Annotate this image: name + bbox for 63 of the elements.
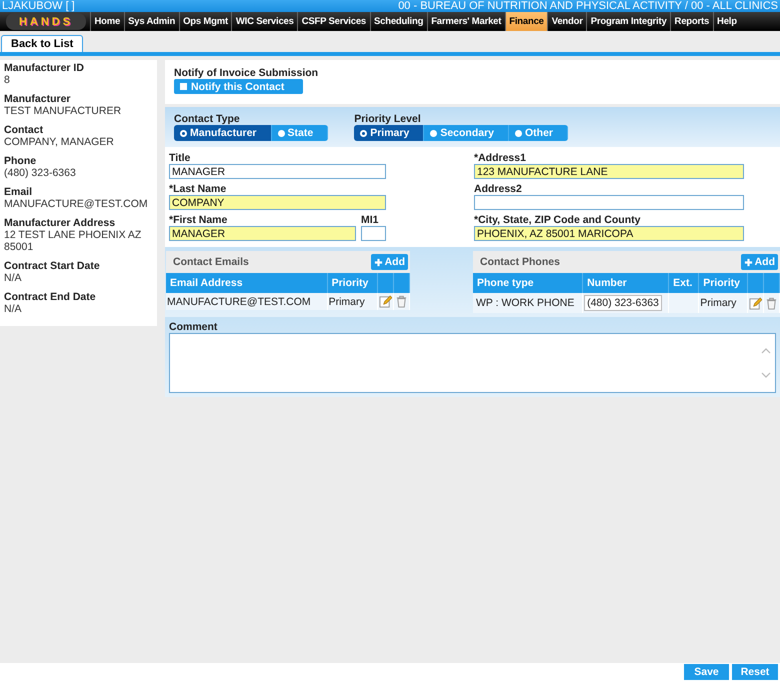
- column-header: Priority: [327, 273, 378, 293]
- detail-value: N/A: [4, 272, 23, 284]
- scroll-up-icon[interactable]: [761, 348, 771, 354]
- field-label: Title: [169, 152, 192, 164]
- input-field[interactable]: COMPANY: [169, 195, 386, 210]
- detail-label: Phone: [4, 155, 38, 167]
- user-name: LJAKUBOW [ ]: [2, 0, 75, 12]
- column-header: Number: [582, 273, 669, 293]
- input-field[interactable]: MANAGER: [169, 164, 386, 179]
- detail-value: TEST MANUFACTURER: [4, 105, 122, 117]
- field-label: Address2: [474, 183, 523, 195]
- field-label: *Address1: [474, 152, 527, 164]
- column-header: Email Address: [166, 273, 328, 293]
- detail-value: COMPANY, MANAGER: [4, 136, 115, 148]
- table-cell: WP : WORK PHONE: [473, 293, 583, 313]
- plus-icon: [744, 258, 753, 266]
- radio-option[interactable]: Primary: [354, 125, 424, 141]
- table-cell: Primary: [698, 293, 748, 313]
- column-header: Ext.: [668, 273, 699, 293]
- input-field[interactable]: MANAGER: [169, 226, 356, 241]
- edit-icon[interactable]: [749, 296, 762, 310]
- hands-logo[interactable]: HANDS: [6, 13, 86, 30]
- edit-icon[interactable]: [379, 295, 392, 308]
- detail-label: Contact: [4, 124, 44, 136]
- input-field[interactable]: 123 MANUFACTURE LANE: [474, 164, 744, 179]
- detail-value: (480) 323-6363: [4, 167, 77, 179]
- detail-label: Email: [4, 186, 34, 198]
- column-header: Phone type: [473, 273, 583, 293]
- nav-tab[interactable]: Finance: [504, 12, 548, 31]
- panel-title: Contact Phones: [480, 256, 560, 268]
- panel-title: Contact Emails: [173, 256, 249, 268]
- field-label: *City, State, ZIP Code and County: [474, 214, 642, 226]
- comment-label: Comment: [169, 321, 218, 333]
- input-field[interactable]: [361, 226, 386, 241]
- detail-label: Manufacturer ID: [4, 62, 85, 74]
- back-to-list-button[interactable]: Back to List: [1, 35, 84, 52]
- table-cell: Primary: [327, 293, 378, 310]
- table-cell: MANUFACTURE@TEST.COM: [166, 293, 328, 310]
- detail-value: 8: [4, 74, 11, 86]
- field-label: *Last Name: [169, 183, 228, 195]
- priority-level-label: Priority Level: [354, 113, 422, 125]
- phone-number-field[interactable]: (480) 323-6363: [584, 295, 662, 311]
- detail-label: Contract End Date: [4, 291, 97, 303]
- detail-label: Manufacturer: [4, 93, 72, 105]
- detail-value: 12 TEST LANE PHOENIX AZ 85001: [4, 229, 142, 253]
- detail-label: Contract Start Date: [4, 260, 101, 272]
- scroll-down-icon[interactable]: [761, 372, 771, 378]
- column-header: Priority: [698, 273, 748, 293]
- field-label: *First Name: [169, 214, 228, 226]
- notify-label: Notify of Invoice Submission: [174, 67, 320, 79]
- field-label: MI1: [361, 214, 380, 226]
- detail-value: MANUFACTURE@TEST.COM: [4, 198, 149, 210]
- input-field[interactable]: [474, 195, 744, 210]
- input-field[interactable]: PHOENIX, AZ 85001 MARICOPA: [474, 226, 744, 241]
- agency-title: 00 - BUREAU OF NUTRITION AND PHYSICAL ACTIVITY / 00 - ALL CLINICS: [398, 0, 778, 12]
- plus-icon: [374, 258, 383, 266]
- trash-icon[interactable]: [765, 296, 778, 310]
- radio-option[interactable]: Manufacturer: [174, 125, 272, 141]
- trash-icon[interactable]: [395, 295, 408, 308]
- contact-type-label: Contact Type: [174, 113, 241, 125]
- detail-value: N/A: [4, 303, 23, 315]
- detail-label: Manufacturer Address: [4, 217, 116, 229]
- comment-field[interactable]: [169, 333, 776, 393]
